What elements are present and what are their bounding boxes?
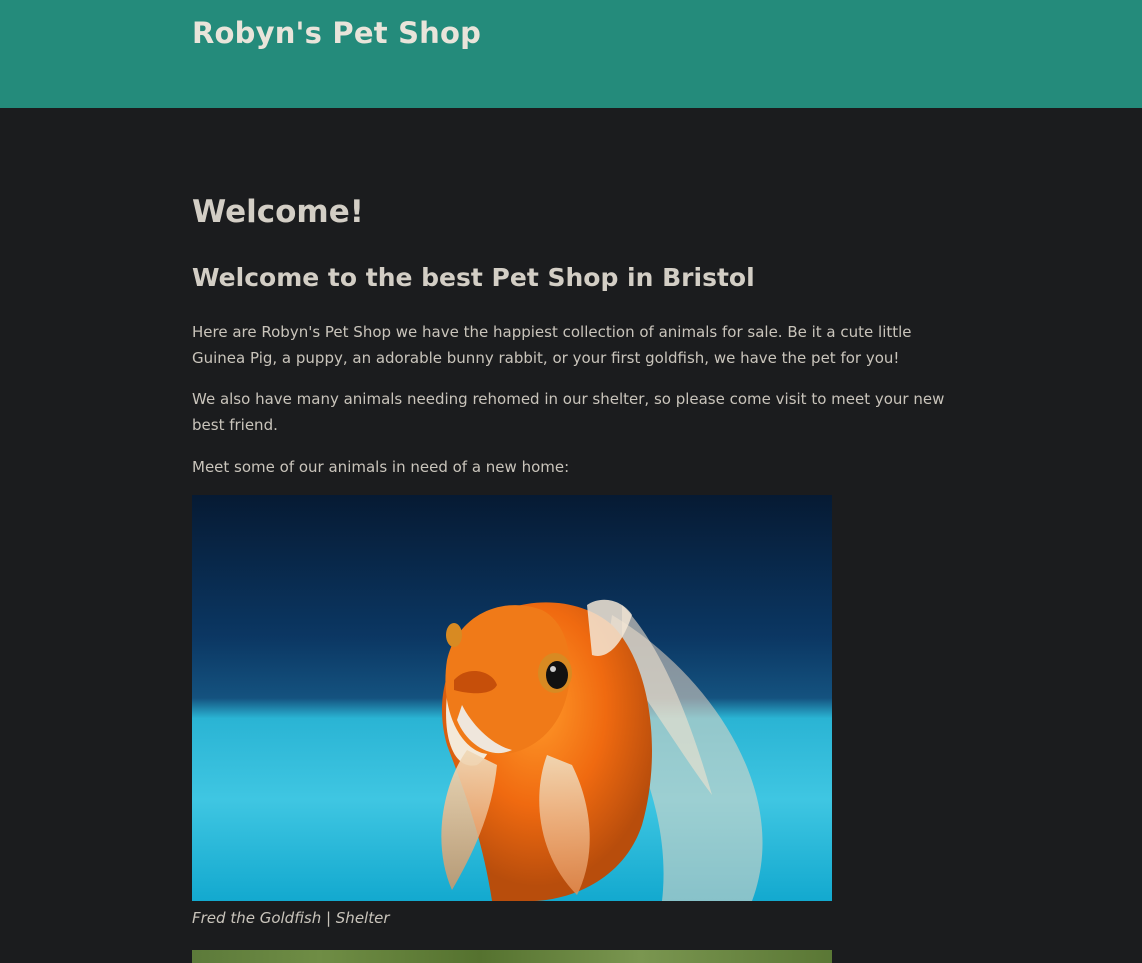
intro-paragraph: Here are Robyn's Pet Shop we have the ha… (192, 323, 912, 367)
grass-photo (192, 950, 832, 963)
pet-caption: Fred the Goldfish | Shelter (192, 909, 390, 927)
page-subtitle: Welcome to the best Pet Shop in Bristol (192, 263, 755, 292)
animals-intro-paragraph: Meet some of our animals in need of a ne… (192, 458, 570, 476)
site-header: Robyn's Pet Shop (0, 0, 1142, 108)
shelter-paragraph: We also have many animals needing rehome… (192, 390, 945, 434)
site-title[interactable]: Robyn's Pet Shop (192, 16, 481, 50)
goldfish-photo (192, 495, 832, 901)
page-title: Welcome! (192, 194, 364, 230)
